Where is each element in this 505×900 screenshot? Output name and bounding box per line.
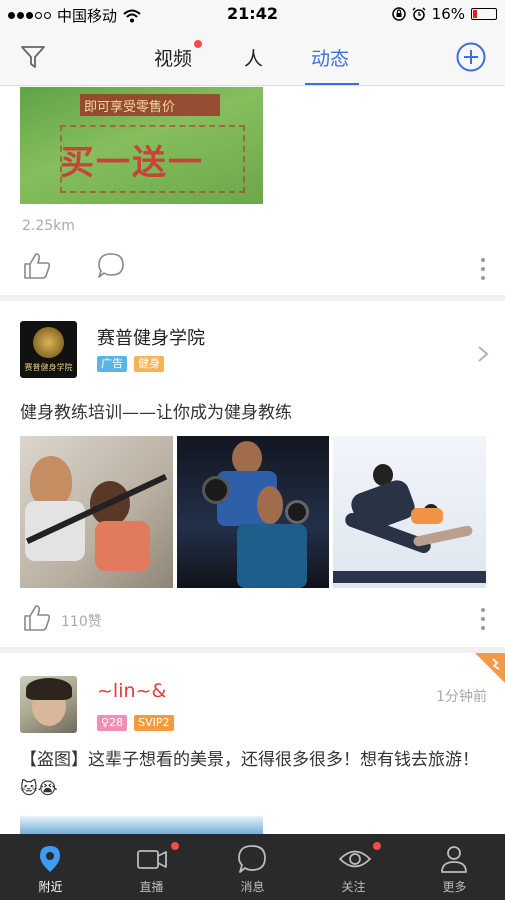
- more-options-icon[interactable]: [481, 258, 485, 280]
- battery-percent: 16%: [431, 5, 465, 23]
- gender-age-tag: ♀28: [97, 715, 128, 731]
- post-photo[interactable]: [177, 436, 329, 588]
- tab-moments[interactable]: 动态: [311, 44, 349, 71]
- tag-row: ♀28 SVIP2: [97, 711, 176, 731]
- avatar[interactable]: [20, 676, 77, 733]
- comment-icon[interactable]: [96, 251, 126, 281]
- distance-label: 2.25km: [22, 218, 75, 234]
- nav-label: 直播: [139, 880, 164, 894]
- status-right: 16%: [391, 5, 497, 23]
- category-tag: 健身: [134, 356, 165, 372]
- chevron-right-icon[interactable]: [477, 345, 489, 363]
- ad-tag: 广告: [97, 356, 127, 372]
- image-caption-top: 即可享受零售价: [84, 100, 176, 115]
- nav-label: 附近: [38, 880, 63, 894]
- poster-name[interactable]: ~lin~&: [97, 680, 166, 702]
- status-bar: 中国移动 21:42 16%: [0, 0, 505, 28]
- post-time: 1分钟前: [436, 689, 487, 705]
- alarm-icon: [412, 7, 426, 21]
- svip-tag: SVIP2: [134, 715, 174, 731]
- more-options-icon[interactable]: [481, 608, 485, 630]
- tag-row: 广告 健身: [97, 352, 166, 372]
- post-text: 【盗图】这辈子想看的美景，还得很多很多！想有钱去旅游！🐱😭: [20, 750, 479, 799]
- nav-follow[interactable]: 关注: [303, 834, 404, 900]
- post-photo[interactable]: [20, 436, 173, 588]
- follow-badge: [373, 842, 381, 850]
- avatar-text: 赛普健身学院: [24, 363, 73, 372]
- add-post-icon[interactable]: [456, 42, 486, 72]
- like-icon[interactable]: [22, 603, 52, 633]
- post-text: 健身教练培训——让你成为健身教练: [20, 403, 292, 423]
- nav-label: 更多: [442, 880, 467, 894]
- tab-people[interactable]: 人: [244, 44, 263, 71]
- post-photo[interactable]: [20, 816, 263, 834]
- nav-messages[interactable]: 消息: [202, 834, 303, 900]
- nav-more[interactable]: 更多: [404, 834, 505, 900]
- live-badge: [171, 842, 179, 850]
- active-tab-indicator: [305, 83, 359, 85]
- nav-live[interactable]: 直播: [101, 834, 202, 900]
- location-pin-icon: [40, 846, 60, 872]
- bottom-nav: 附近 直播 消息 关注 更多: [0, 834, 505, 900]
- like-icon[interactable]: [22, 251, 52, 281]
- feed-post: ~lin~& 1分钟前 ♀28 SVIP2 【盗图】这辈子想看的美景，还得很多很…: [0, 653, 505, 834]
- nav-label: 关注: [341, 880, 366, 894]
- filter-icon[interactable]: [20, 44, 46, 70]
- post-image[interactable]: 即可享受零售价 买一送一: [20, 87, 263, 204]
- person-icon: [441, 846, 467, 873]
- rotation-lock-icon: [391, 7, 406, 21]
- image-caption-main: 买一送一: [60, 143, 204, 183]
- chat-bubble-icon: [238, 845, 266, 873]
- nav-nearby[interactable]: 附近: [0, 834, 101, 900]
- video-tab-badge: [194, 40, 202, 48]
- post-photo[interactable]: [333, 436, 486, 588]
- nav-label: 消息: [240, 880, 265, 894]
- avatar[interactable]: 赛普健身学院: [20, 321, 77, 378]
- feed-post: 即可享受零售价 买一送一 2.25km: [0, 87, 505, 295]
- vip-corner-badge-icon: [475, 653, 505, 683]
- like-count: 110赞: [61, 614, 102, 630]
- tab-video[interactable]: 视频: [154, 44, 192, 71]
- video-camera-icon: [137, 850, 167, 869]
- eye-icon: [338, 850, 372, 868]
- poster-name[interactable]: 赛普健身学院: [97, 324, 205, 350]
- top-header: 视频 人 动态: [0, 28, 505, 86]
- battery-icon: [471, 8, 497, 20]
- feed-post: 赛普健身学院 赛普健身学院 广告 健身 健身教练培训——让你成为健身教练 110…: [0, 301, 505, 647]
